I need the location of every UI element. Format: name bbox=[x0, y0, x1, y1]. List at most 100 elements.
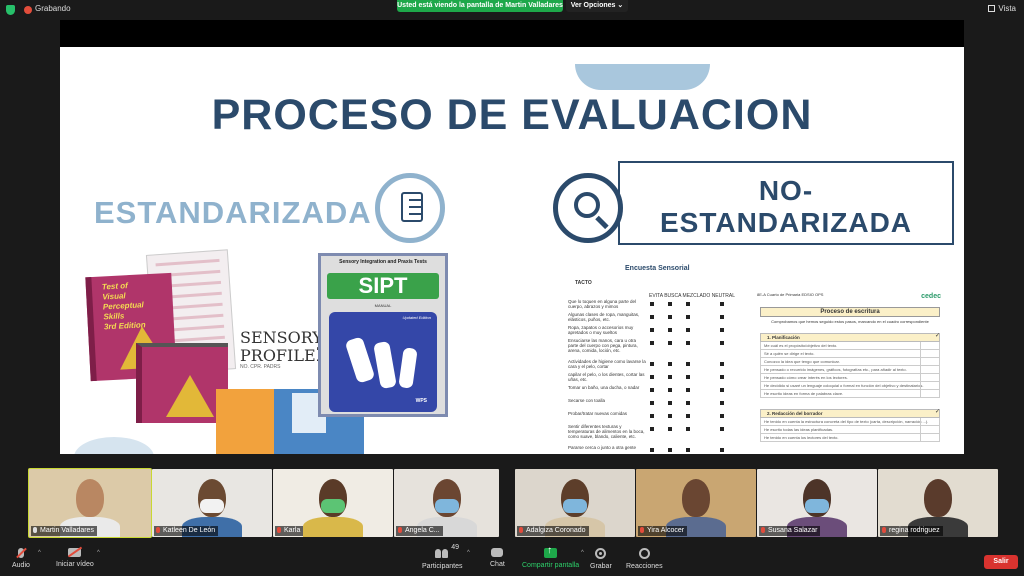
share-screen-icon bbox=[544, 545, 558, 558]
survey-question: Tomar un baño, una ducha, o nadar bbox=[568, 385, 640, 390]
mic-muted-icon bbox=[519, 527, 523, 533]
participants-icon: 49 bbox=[435, 544, 459, 559]
participant-video-tile[interactable]: Karla bbox=[273, 469, 393, 537]
participant-name-tag: Martin Valladares bbox=[31, 526, 97, 536]
non-standardized-heading-box: NO- ESTANDARIZADA bbox=[618, 161, 954, 245]
survey-checkbox bbox=[650, 315, 654, 319]
participant-video-tile[interactable]: Angela C... bbox=[394, 469, 499, 537]
audio-button[interactable]: Audio bbox=[12, 548, 30, 569]
chat-label: Chat bbox=[490, 561, 505, 568]
view-options-button[interactable]: Ver Opciones ⌄ bbox=[566, 0, 628, 12]
survey-checkbox bbox=[668, 388, 672, 392]
non-standardized-heading-line1: NO- bbox=[758, 175, 814, 206]
participants-button[interactable]: 49 Participantes bbox=[422, 544, 462, 570]
participant-name-tag: Angela C... bbox=[396, 526, 443, 536]
survey-checkbox bbox=[720, 414, 724, 418]
survey-row: Que lo toquen en alguna parte del cuerpo… bbox=[568, 299, 748, 312]
mic-muted-icon bbox=[882, 527, 886, 533]
participant-name-tag: Adalgiza Coronado bbox=[517, 526, 589, 536]
participant-name: Angela C... bbox=[405, 527, 440, 534]
survey-checkbox bbox=[720, 362, 724, 366]
sipt-top-label: Sensory Integration and Praxis Tests bbox=[339, 259, 427, 265]
survey-checkbox bbox=[668, 362, 672, 366]
survey-row: capilar el pelo, o los dientes, cortar l… bbox=[568, 372, 748, 385]
survey-checkbox bbox=[650, 375, 654, 379]
sensory-profile-box-orange bbox=[216, 389, 274, 454]
sensory-profile-line2: PROFILE bbox=[240, 346, 316, 365]
start-video-button[interactable]: Iniciar vídeo bbox=[56, 548, 94, 568]
checklist-row: Sé a quién se dirige el texto. bbox=[760, 350, 940, 358]
meeting-toolbar: Audio ^ Iniciar vídeo ^ 49 Participantes… bbox=[0, 544, 1024, 576]
survey-checkbox bbox=[720, 315, 724, 319]
writing-header: 8E-A Cuarto de Primaria EDSIO OPS bbox=[757, 292, 824, 297]
face-mask bbox=[563, 499, 587, 513]
survey-checkbox bbox=[686, 328, 690, 332]
standardized-heading: ESTANDARIZADA bbox=[94, 195, 372, 230]
survey-row: Tomar un baño, una ducha, o nadar bbox=[568, 385, 748, 398]
participant-video-tile[interactable]: Susana Salazar bbox=[757, 469, 877, 537]
survey-checkbox bbox=[720, 328, 724, 332]
checklist-row: He tenido en cuenta los lectores del tex… bbox=[760, 434, 940, 442]
recording-label: Grabando bbox=[35, 4, 71, 13]
participant-face bbox=[76, 479, 104, 517]
survey-row: Secarse con toalla bbox=[568, 398, 748, 411]
shared-slide: PROCESO DE EVALUACION ESTANDARIZADA NO- … bbox=[60, 47, 964, 454]
decorative-arc bbox=[575, 64, 710, 90]
participants-options-caret[interactable]: ^ bbox=[467, 550, 470, 556]
reactions-label: Reacciones bbox=[626, 563, 663, 570]
survey-section: TACTO bbox=[575, 280, 592, 286]
mic-muted-icon bbox=[761, 527, 765, 533]
survey-checkbox bbox=[686, 341, 690, 345]
survey-row: Algunas clases de ropa, manguitas, elást… bbox=[568, 312, 748, 325]
mic-muted-icon bbox=[640, 527, 644, 533]
participant-name: Adalgiza Coronado bbox=[526, 527, 586, 534]
face-mask bbox=[435, 499, 459, 513]
view-button[interactable]: Vista bbox=[988, 4, 1016, 13]
survey-checkbox bbox=[668, 341, 672, 345]
share-options-caret[interactable]: ^ bbox=[581, 550, 584, 556]
survey-checkbox bbox=[650, 328, 654, 332]
participant-video-tile[interactable]: Adalgiza Coronado bbox=[515, 469, 635, 537]
reactions-button[interactable]: Reacciones bbox=[626, 548, 663, 570]
participant-name-tag: Susana Salazar bbox=[759, 526, 821, 536]
survey-checkbox bbox=[668, 328, 672, 332]
survey-checkbox bbox=[650, 414, 654, 418]
share-screen-button[interactable]: Compartir pantalla bbox=[522, 545, 579, 569]
record-label: Grabar bbox=[590, 563, 612, 570]
writing-title: Proceso de escritura bbox=[760, 307, 940, 317]
survey-checkbox bbox=[668, 315, 672, 319]
survey-checkbox bbox=[668, 427, 672, 431]
survey-title: Encuesta Sensorial bbox=[625, 265, 690, 272]
participant-video-tile[interactable]: Yira Alcocer bbox=[636, 469, 756, 537]
survey-checkbox bbox=[668, 375, 672, 379]
top-bar: Grabando Usted está viendo la pantalla d… bbox=[0, 0, 1024, 20]
checklist-row: He escrito ideas en forma de palabras cl… bbox=[760, 390, 940, 398]
slide-title: PROCESO DE EVALUACION bbox=[211, 91, 813, 139]
record-button[interactable]: Grabar bbox=[590, 548, 612, 570]
face-mask bbox=[805, 499, 829, 513]
participant-count: 49 bbox=[451, 544, 460, 551]
participant-video-tile[interactable]: regina rodriguez bbox=[878, 469, 998, 537]
survey-checkbox bbox=[650, 362, 654, 366]
sipt-publisher: WPS bbox=[415, 398, 427, 404]
mic-muted-icon bbox=[17, 548, 24, 558]
participant-name: Katleen De León bbox=[163, 527, 216, 534]
clipboard-checklist-icon bbox=[375, 173, 445, 243]
video-options-caret[interactable]: ^ bbox=[97, 550, 100, 556]
sipt-book-image: Sensory Integration and Praxis Tests SIP… bbox=[318, 253, 448, 417]
audio-options-caret[interactable]: ^ bbox=[38, 550, 41, 556]
leave-button[interactable]: Salir bbox=[984, 555, 1018, 569]
chat-button[interactable]: Chat bbox=[490, 548, 505, 568]
tvps-title: Test of Visual Perceptual Skills 3rd Edi… bbox=[101, 281, 146, 332]
participant-video-tile[interactable]: Katleen De León bbox=[152, 469, 272, 537]
participant-video-tile[interactable]: Martin Valladares bbox=[28, 468, 152, 538]
mic-muted-icon bbox=[277, 527, 281, 533]
participant-name: Yira Alcocer bbox=[647, 527, 685, 534]
view-options-label: Ver Opciones bbox=[570, 2, 616, 9]
record-icon bbox=[595, 548, 607, 559]
sensory-profile-logo: SENSORY PROFILE2 NO. CPR. PADRS bbox=[240, 329, 328, 370]
viewing-banner: Usted está viendo la pantalla de Martin … bbox=[397, 0, 563, 12]
shield-icon[interactable] bbox=[6, 5, 15, 15]
survey-checkbox bbox=[650, 448, 654, 452]
checklist-section: 2. Redacción del borrador bbox=[760, 409, 940, 418]
